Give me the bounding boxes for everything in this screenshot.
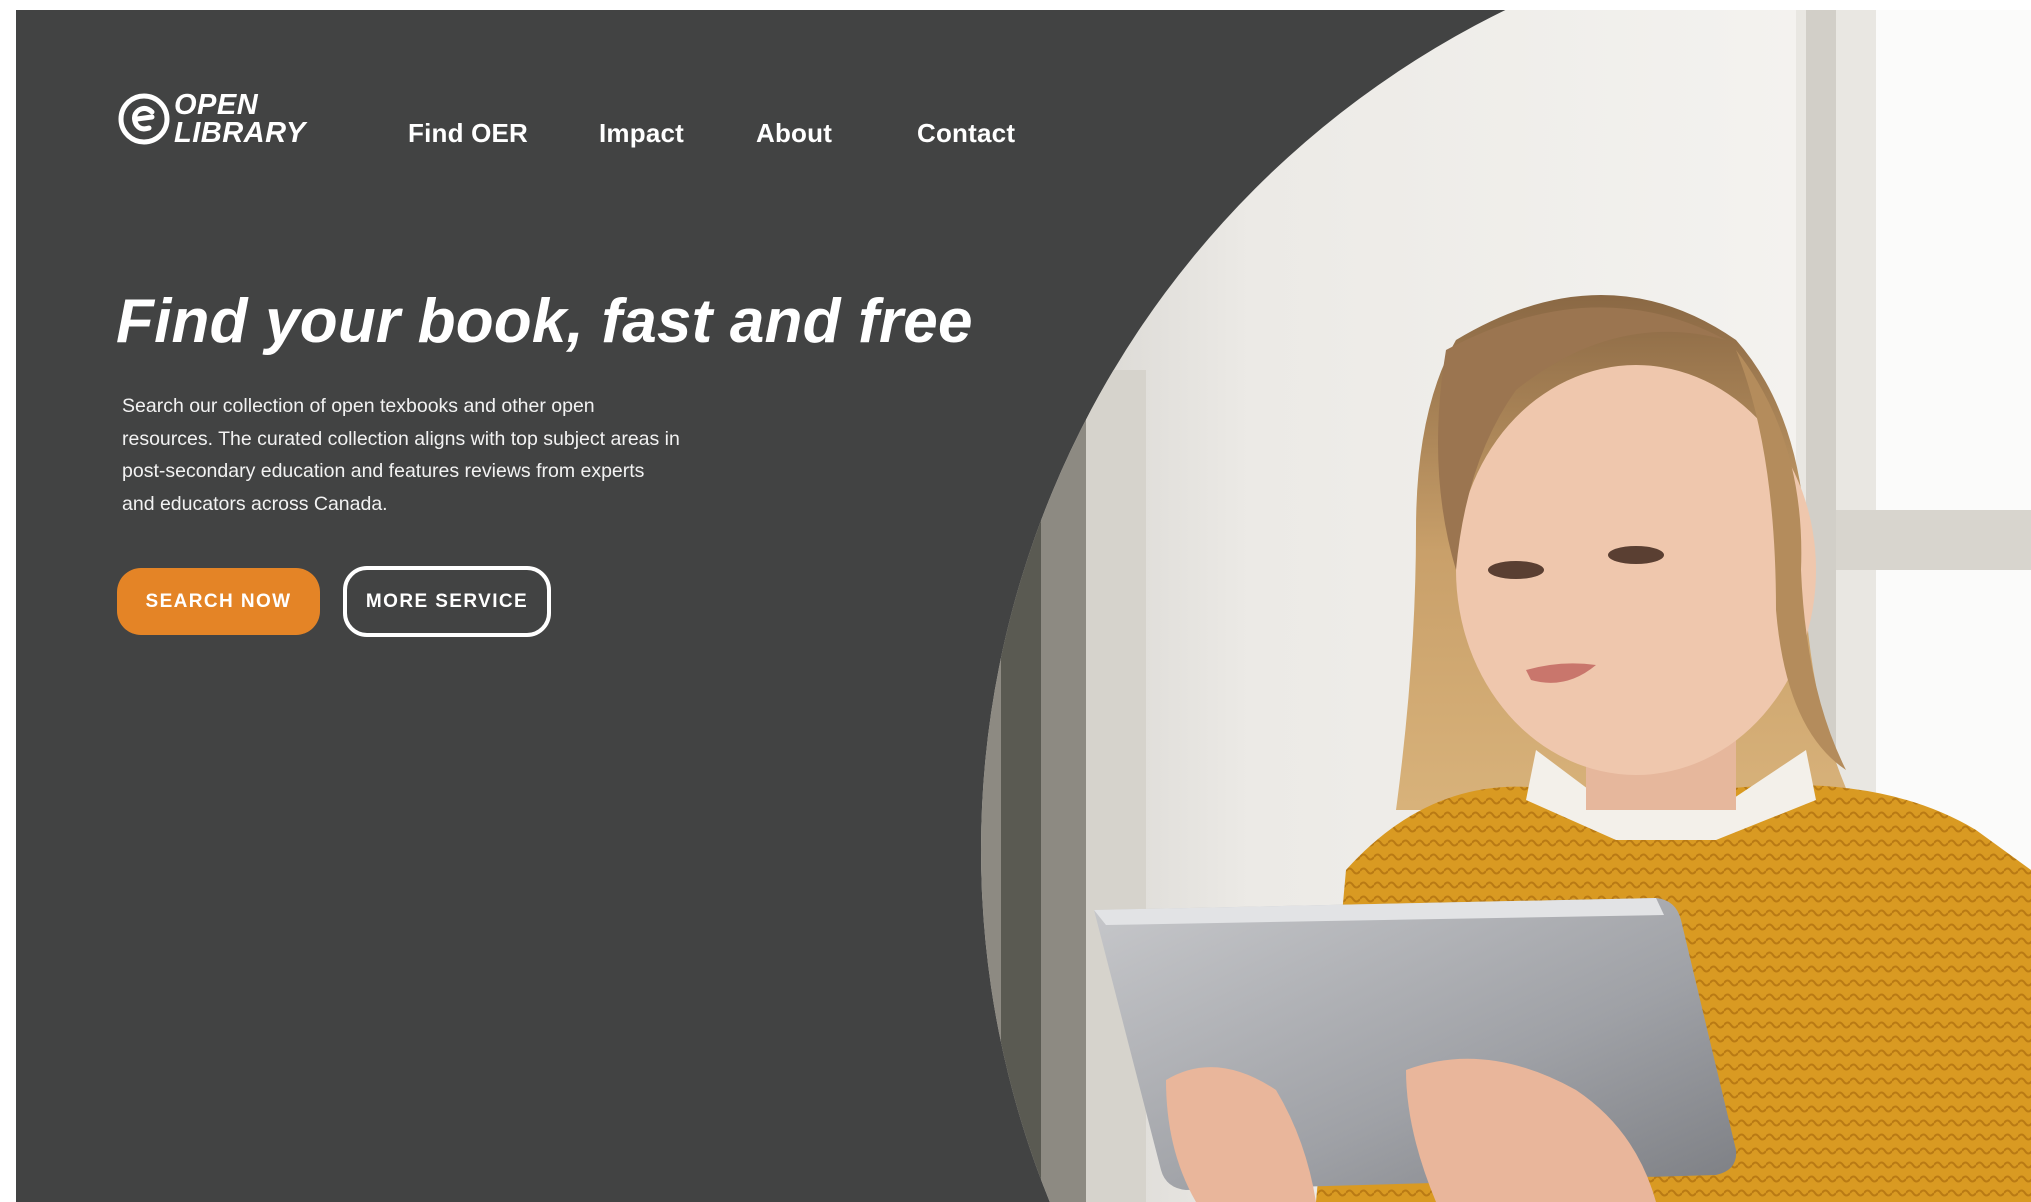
- search-now-button[interactable]: SEARCH NOW: [117, 568, 320, 635]
- nav-find-oer[interactable]: Find OER: [408, 118, 528, 149]
- hero-description: Search our collection of open texbooks a…: [122, 395, 680, 515]
- logo-line-2: LIBRARY: [174, 117, 306, 149]
- hero-title: Find your book, fast and free: [116, 287, 973, 356]
- hero-section: OPEN LIBRARY Find OER Impact About Conta…: [16, 10, 2031, 1202]
- logo-line-1: OPEN: [174, 89, 259, 121]
- site-logo[interactable]: OPEN LIBRARY: [116, 84, 306, 154]
- nav-contact[interactable]: Contact: [917, 118, 1015, 149]
- copyright-style-e-icon: [118, 93, 170, 145]
- logo-wordmark: OPEN LIBRARY: [174, 89, 306, 149]
- nav-about[interactable]: About: [756, 118, 832, 149]
- more-service-button[interactable]: MORE SERVICE: [343, 566, 551, 637]
- nav-impact[interactable]: Impact: [599, 118, 684, 149]
